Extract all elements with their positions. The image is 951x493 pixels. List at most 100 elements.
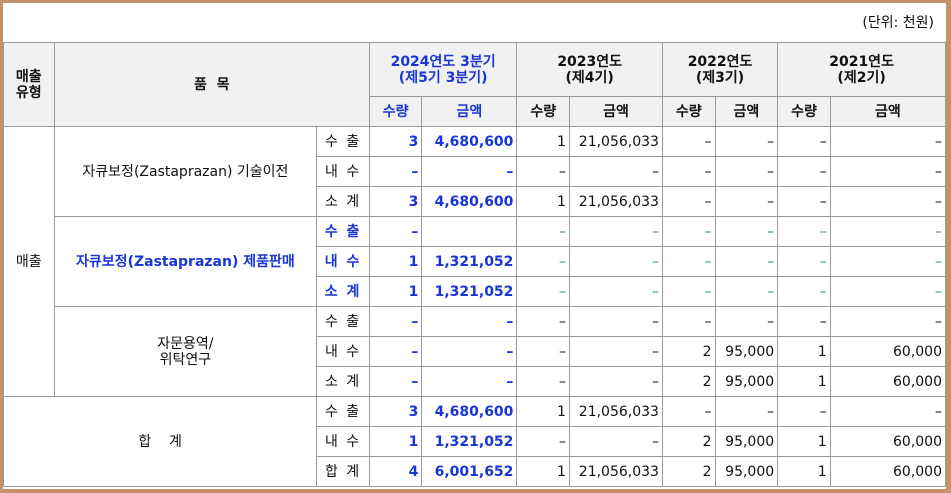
- value-cell: –: [421, 366, 518, 397]
- value-cell: 60,000: [829, 426, 947, 457]
- table-row: 자큐보정(Zastaprazan) 제품판매 수 출 – – – – – – –: [4, 216, 947, 307]
- value-cell: 6,001,652: [421, 456, 518, 487]
- value-cell: 1,321,052: [421, 246, 518, 277]
- value-cell: –: [516, 246, 570, 277]
- sub-label-cell: 소 계: [316, 186, 370, 217]
- value-cell: –: [829, 276, 947, 307]
- value-cell: –: [714, 186, 779, 217]
- value-cell: 95,000: [714, 366, 779, 397]
- sub-label-cell: 수 출: [316, 216, 370, 247]
- value-cell: –: [516, 336, 570, 367]
- sub-label-cell: 수 출: [316, 396, 370, 427]
- value-cell: –: [714, 306, 779, 337]
- value-cell: –: [829, 156, 947, 187]
- sub-label-cell: 내 수: [316, 426, 370, 457]
- value-cell: 95,000: [714, 426, 779, 457]
- value-cell: –: [368, 306, 423, 337]
- header-row-1: 매출 유형 품 목 2024연도 3분기 (제5기 3분기) 2023연도 (제4기)…: [3, 42, 946, 127]
- value-cell: 1: [777, 456, 831, 487]
- value-cell: –: [829, 396, 947, 427]
- value-cell: –: [568, 276, 663, 307]
- value-cell: –: [777, 396, 831, 427]
- sales-type-cell: 매출: [3, 126, 55, 397]
- header-2021-text: 2021연도 (제2기): [829, 53, 894, 86]
- value-cell: –: [829, 216, 947, 247]
- value-cell: 4,680,600: [421, 396, 518, 427]
- value-cell: –: [661, 276, 716, 307]
- header-amt-2023: 금액: [568, 96, 663, 127]
- header-2023-text: 2023연도 (제4기): [557, 53, 623, 86]
- value-cell: –: [777, 156, 831, 187]
- value-cell: [421, 216, 518, 247]
- unit-label: (단위: 천원): [862, 15, 934, 31]
- table-row: 매출 자큐보정(Zastaprazan) 기술이전 수 출 3 4,680,600 1 21…: [3, 126, 947, 397]
- value-cell: 1: [777, 426, 831, 457]
- value-cell: 21,056,033: [568, 186, 663, 217]
- value-cell: 1: [777, 366, 831, 397]
- value-cell: 1,321,052: [421, 276, 518, 307]
- value-cell: –: [661, 396, 716, 427]
- value-cell: 2: [661, 456, 716, 487]
- value-cell: 1: [516, 126, 570, 157]
- group-name-cell: 자큐보정(Zastaprazan) 기술이전: [53, 126, 318, 217]
- header-sales-type: 매출 유형: [3, 42, 55, 127]
- value-cell: 4: [368, 456, 423, 487]
- value-cell: 1: [516, 456, 570, 487]
- value-cell: –: [661, 306, 716, 337]
- sales-table: 매출 유형 품 목 2024연도 3분기 (제5기 3분기) 2023연도 (제4기)…: [2, 42, 947, 487]
- value-cell: 95,000: [714, 336, 779, 367]
- value-cell: –: [829, 126, 947, 157]
- value-cell: 21,056,033: [568, 456, 663, 487]
- value-cell: 2: [661, 336, 716, 367]
- value-cell: –: [368, 366, 423, 397]
- table-body: 매출 자큐보정(Zastaprazan) 기술이전 수 출 3 4,680,600 1 21…: [2, 126, 947, 487]
- value-cell: –: [829, 186, 947, 217]
- value-cell: –: [421, 306, 518, 337]
- header-qty-2023: 수량: [516, 96, 570, 127]
- value-cell: –: [421, 336, 518, 367]
- report-frame: (단위: 천원) 매출 유형 품 목 2024연도 3분기 (제5기 3분기) 20…: [2, 3, 947, 489]
- value-cell: –: [714, 396, 779, 427]
- value-cell: 1: [777, 336, 831, 367]
- value-cell: 3: [368, 126, 423, 157]
- value-cell: 1: [368, 426, 423, 457]
- total-name-cell: 합 계: [2, 396, 318, 487]
- header-qty-2022: 수량: [661, 96, 716, 127]
- value-cell: –: [661, 216, 716, 247]
- value-cell: –: [714, 246, 779, 277]
- value-cell: 2: [661, 366, 716, 397]
- value-cell: –: [368, 216, 423, 247]
- value-cell: –: [516, 426, 570, 457]
- sub-label-cell: 합 계: [316, 456, 370, 487]
- header-amt-2024: 금액: [421, 96, 518, 127]
- value-cell: 1: [368, 276, 423, 307]
- value-cell: 60,000: [829, 366, 947, 397]
- group-name-cell: 자문용역/위탁연구: [53, 306, 318, 397]
- value-cell: –: [516, 366, 570, 397]
- value-cell: –: [777, 306, 831, 337]
- value-cell: 1: [516, 396, 570, 427]
- value-cell: –: [777, 276, 831, 307]
- value-cell: 3: [368, 396, 423, 427]
- value-cell: –: [568, 216, 663, 247]
- header-item: 품 목: [53, 42, 370, 127]
- value-cell: –: [777, 126, 831, 157]
- value-cell: –: [777, 216, 831, 247]
- header-2021: 2021연도 (제2기): [777, 42, 946, 97]
- value-cell: –: [368, 336, 423, 367]
- value-cell: –: [568, 336, 663, 367]
- header-2023: 2023연도 (제4기): [516, 42, 663, 97]
- header-2024-text: 2024연도 3분기 (제5기 3분기): [390, 53, 496, 86]
- value-cell: –: [661, 126, 716, 157]
- value-cell: –: [368, 156, 423, 187]
- value-cell: –: [829, 246, 947, 277]
- header-2022-text: 2022연도 (제3기): [687, 53, 753, 86]
- sub-label-cell: 수 출: [316, 126, 370, 157]
- value-cell: 4,680,600: [421, 186, 518, 217]
- value-cell: –: [714, 156, 779, 187]
- sub-label-cell: 소 계: [316, 276, 370, 307]
- value-cell: –: [777, 246, 831, 277]
- value-cell: –: [661, 246, 716, 277]
- value-cell: 21,056,033: [568, 396, 663, 427]
- value-cell: –: [714, 276, 779, 307]
